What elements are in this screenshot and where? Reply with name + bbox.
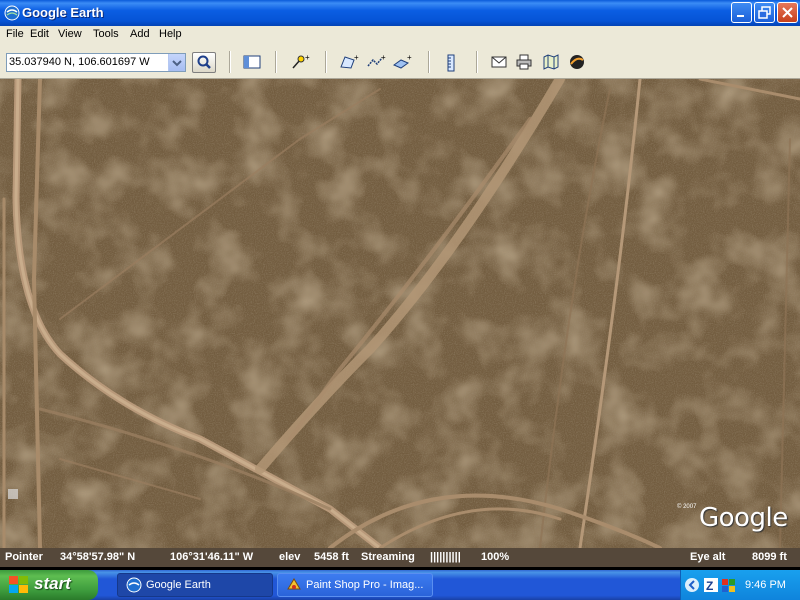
toolbar-separator <box>325 51 327 73</box>
close-icon <box>782 7 793 18</box>
start-label: start <box>34 574 71 593</box>
google-earth-icon <box>4 5 20 21</box>
sky-icon <box>570 55 584 69</box>
print-icon <box>516 54 532 70</box>
add-image-overlay-icon: + <box>392 53 412 69</box>
taskbar-item-label: Google Earth <box>146 579 211 591</box>
taskbar-item-google-earth[interactable]: Google Earth <box>117 573 273 597</box>
pointer-longitude: 106°31'46.11" W <box>170 551 254 563</box>
email-button[interactable] <box>490 54 508 70</box>
location-search <box>6 53 186 72</box>
google-earth-icon <box>126 577 142 593</box>
earth-map-view[interactable]: © 2007 Google <box>0 79 800 548</box>
toolbar-separator <box>428 51 430 73</box>
menu-view[interactable]: View <box>58 28 82 40</box>
location-input[interactable] <box>9 55 167 69</box>
start-button[interactable]: start <box>0 570 98 600</box>
google-maps-button[interactable] <box>542 54 560 70</box>
elevation-label: elev <box>279 551 301 563</box>
map-copyright: © 2007 <box>677 504 697 510</box>
toolbar-separator <box>275 51 277 73</box>
network-icon[interactable] <box>721 577 737 593</box>
svg-text:+: + <box>354 54 359 62</box>
search-icon <box>197 55 211 69</box>
add-polygon-button[interactable]: + <box>339 53 359 70</box>
elevation-value: 5458 ft <box>314 551 349 563</box>
minimize-icon <box>737 15 744 17</box>
system-tray: Z 9:46 PM <box>680 570 800 600</box>
taskbar-item-label: Paint Shop Pro - Imag... <box>306 579 424 591</box>
location-dropdown-button[interactable] <box>168 54 185 71</box>
pointer-label: Pointer <box>5 551 43 563</box>
svg-text:+: + <box>381 54 386 62</box>
sky-button[interactable] <box>568 54 586 70</box>
sidebar-toggle-icon <box>243 55 261 69</box>
clock: 9:46 PM <box>745 579 786 591</box>
menu-tools[interactable]: Tools <box>93 28 119 40</box>
window-title: Google Earth <box>22 5 104 20</box>
menu-file[interactable]: File <box>6 28 24 40</box>
zonealarm-icon[interactable]: Z <box>703 577 719 593</box>
chevron-down-icon <box>172 60 182 67</box>
streaming-label: Streaming <box>361 551 415 563</box>
menu-help[interactable]: Help <box>159 28 182 40</box>
title-bar: Google Earth <box>0 0 800 26</box>
toolbar: + + + + <box>0 45 800 79</box>
ruler-icon <box>447 54 455 72</box>
taskbar: start Google Earth Paint Shop Pro - Imag… <box>0 570 800 600</box>
print-button[interactable] <box>515 54 533 70</box>
satellite-terrain <box>0 79 800 548</box>
svg-text:Z: Z <box>706 579 713 593</box>
email-icon <box>491 56 507 68</box>
google-maps-icon <box>543 54 559 70</box>
add-path-button[interactable]: + <box>366 53 386 70</box>
menu-add[interactable]: Add <box>130 28 150 40</box>
tray-expand-icon[interactable] <box>684 577 700 593</box>
ruler-button[interactable] <box>443 54 461 72</box>
close-button[interactable] <box>777 2 798 23</box>
pointer-latitude: 34°58'57.98" N <box>60 551 136 563</box>
paint-shop-pro-icon <box>287 578 301 590</box>
windows-logo-icon <box>9 576 28 593</box>
streaming-percent: 100% <box>481 551 510 563</box>
sidebar-toggle-button[interactable] <box>243 54 261 70</box>
taskbar-item-paint-shop-pro[interactable]: Paint Shop Pro - Imag... <box>277 573 433 597</box>
add-image-overlay-button[interactable]: + <box>392 53 412 70</box>
restore-button[interactable] <box>754 2 775 23</box>
search-button[interactable] <box>192 52 216 73</box>
svg-text:+: + <box>407 54 412 62</box>
toolbar-separator <box>229 51 231 73</box>
svg-text:+: + <box>305 54 310 62</box>
menu-bar: File Edit View Tools Add Help <box>0 26 800 45</box>
eye-altitude-value: 8099 ft <box>752 551 787 563</box>
google-logo: Google <box>699 503 788 533</box>
status-bar: Pointer 34°58'57.98" N 106°31'46.11" W e… <box>0 548 800 567</box>
add-path-icon: + <box>367 53 386 67</box>
add-placemark-button[interactable]: + <box>290 53 310 70</box>
eye-altitude-label: Eye alt <box>690 551 726 563</box>
minimize-button[interactable] <box>731 2 752 23</box>
add-polygon-icon: + <box>340 53 359 69</box>
menu-edit[interactable]: Edit <box>30 28 49 40</box>
toolbar-separator <box>476 51 478 73</box>
add-placemark-icon: + <box>292 53 310 69</box>
streaming-bars: |||||||||| <box>430 551 461 563</box>
restore-icon <box>758 6 771 19</box>
